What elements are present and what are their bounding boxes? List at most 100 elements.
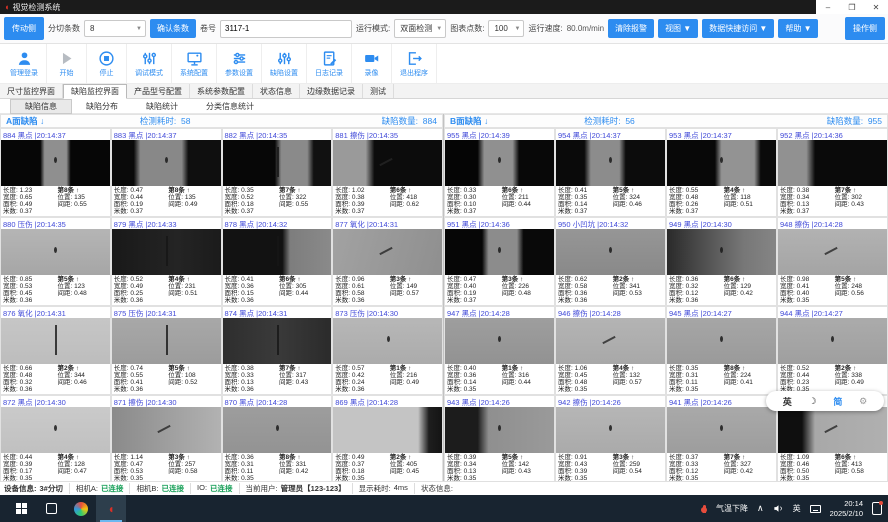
debug-mode-button[interactable]: 调试模式 — [127, 44, 172, 83]
language-widget[interactable]: 英 ☽ 简 ⚙ — [766, 391, 884, 411]
confirm-count-button[interactable]: 确认条数 — [150, 19, 196, 38]
defect-card[interactable]: 953 黑点 |20:14:37 长度: 0.55宽度: 0.48面积: 0.2… — [666, 128, 777, 217]
run-mode-select[interactable]: 双面检测 ▼ — [394, 19, 446, 38]
defect-card[interactable]: 875 压伤 |20:14:31 长度: 0.74宽度: 0.55面积: 0.4… — [111, 306, 222, 395]
lang-en-button[interactable]: 英 — [783, 395, 792, 408]
defect-strip-number: 第6条 ↑ — [502, 187, 552, 194]
monitor-icon — [186, 50, 203, 67]
log-record-button[interactable]: 日志记录 — [307, 44, 352, 83]
defect-card[interactable]: 943 黑点 |20:14:26 长度: 0.39宽度: 0.34面积: 0.1… — [444, 395, 555, 484]
pinned-app-button[interactable] — [66, 495, 96, 522]
defect-card[interactable]: 870 黑点 |20:14:28 长度: 0.36宽度: 0.31面积: 0.1… — [222, 395, 333, 484]
defect-card[interactable]: 944 黑点 |20:14:27 长度: 0.52宽度: 0.44面积: 0.2… — [777, 306, 888, 395]
log-record-label: 日志记录 — [315, 68, 343, 78]
drive-side-button[interactable]: 传动侧 — [4, 17, 44, 40]
defect-card[interactable]: 946 擦伤 |20:14:28 长度: 1.06宽度: 0.45面积: 0.4… — [555, 306, 666, 395]
defect-card[interactable]: 951 黑点 |20:14:36 长度: 0.47宽度: 0.40面积: 0.1… — [444, 217, 555, 306]
defect-card[interactable]: 883 黑点 |20:14:37 长度: 0.47宽度: 0.44面积: 0.1… — [111, 128, 222, 217]
system-config-button[interactable]: 系统配置 — [172, 44, 217, 83]
panel-b-title: B面缺陷 ↓ — [450, 115, 488, 127]
defect-card[interactable]: 869 黑点 |20:14:28 长度: 0.49宽度: 0.37面积: 0.1… — [332, 395, 443, 484]
help-menu-button[interactable]: 帮助 ▼ — [778, 19, 818, 38]
subtab-defect-distribution[interactable]: 缺陷分布 — [72, 100, 132, 113]
tab-system-params[interactable]: 系统参数配置 — [190, 84, 253, 98]
defect-card[interactable]: 879 黑点 |20:14:33 长度: 0.52宽度: 0.49面积: 0.2… — [111, 217, 222, 306]
exit-program-button[interactable]: 退出程序 — [392, 44, 437, 83]
defect-card[interactable]: 872 黑点 |20:14:30 长度: 0.44宽度: 0.39面积: 0.1… — [0, 395, 111, 484]
tray-chevron-icon[interactable]: ∧ — [757, 503, 764, 514]
minimize-button[interactable]: – — [816, 3, 840, 12]
defect-metric: 米数: 0.37 — [780, 208, 835, 215]
defect-thumbnail — [112, 407, 221, 453]
data-quick-access-button[interactable]: 数据快捷访问 ▼ — [702, 19, 774, 38]
param-settings-button[interactable]: 参数设置 — [217, 44, 262, 83]
record-video-button[interactable]: 录像 — [352, 44, 392, 83]
volume-icon[interactable] — [773, 503, 784, 514]
defect-card[interactable]: 884 黑点 |20:14:37 长度: 1.23宽度: 0.65面积: 0.4… — [0, 128, 111, 217]
notification-tray-icon[interactable] — [872, 502, 882, 515]
subtab-class-info-stats[interactable]: 分类信息统计 — [192, 100, 268, 113]
weather-text[interactable]: 气温下降 — [716, 503, 748, 514]
defect-card[interactable]: 954 黑点 |20:14:37 长度: 0.41宽度: 0.35面积: 0.1… — [555, 128, 666, 217]
defect-card[interactable]: 873 压伤 |20:14:30 长度: 0.57宽度: 0.42面积: 0.2… — [332, 306, 443, 395]
roll-number-input[interactable] — [220, 20, 352, 38]
defect-card[interactable]: 874 黑点 |20:14:31 长度: 0.38宽度: 0.33面积: 0.1… — [222, 306, 333, 395]
panel-a-elapsed: 检测耗时: 58 — [140, 115, 191, 127]
play-icon — [58, 50, 75, 67]
tab-defect-monitor[interactable]: 缺陷监控界面 — [63, 84, 127, 99]
thermometer-icon[interactable] — [703, 505, 708, 513]
defect-settings-button[interactable]: 缺陷设置 — [262, 44, 307, 83]
tab-product-config[interactable]: 产品型号配置 — [127, 84, 190, 98]
defect-card[interactable]: 878 黑点 |20:14:32 长度: 0.41宽度: 0.36面积: 0.1… — [222, 217, 333, 306]
defect-card-header: 878 黑点 |20:14:32 — [223, 218, 332, 229]
defect-card[interactable]: 948 擦伤 |20:14:28 长度: 0.98宽度: 0.41面积: 0.4… — [777, 217, 888, 306]
start-menu-button[interactable] — [6, 495, 36, 522]
input-language-indicator[interactable]: 英 — [793, 503, 801, 514]
defect-thumbnail — [1, 407, 110, 453]
taskbar-clock[interactable]: 20:14 2025/2/10 — [830, 499, 863, 518]
moon-icon[interactable]: ☽ — [809, 396, 817, 407]
operator-side-button[interactable]: 操作侧 — [845, 17, 885, 40]
param-settings-label: 参数设置 — [225, 68, 253, 78]
defect-metric: 面积: 0.10 — [447, 201, 502, 208]
touch-keyboard-icon[interactable] — [810, 505, 821, 513]
start-button[interactable]: 开始 — [47, 44, 87, 83]
tab-size-monitor[interactable]: 尺寸监控界面 — [0, 84, 63, 98]
lang-cn-button[interactable]: 简 — [833, 395, 842, 408]
subtab-defect-info[interactable]: 缺陷信息 — [10, 99, 72, 114]
inspection-app-button[interactable]: ◖ — [96, 495, 126, 522]
restore-button[interactable]: ❐ — [840, 3, 864, 12]
slit-count-select[interactable]: 8 ▼ — [84, 20, 146, 37]
defect-card[interactable]: 877 氧化 |20:14:31 长度: 0.96宽度: 0.61面积: 0.5… — [332, 217, 443, 306]
view-menu-button[interactable]: 视图 ▼ — [658, 19, 698, 38]
data-quick-access-label: 数据快捷访问 — [709, 24, 757, 33]
defect-card[interactable]: 941 黑点 |20:14:26 长度: 0.37宽度: 0.33面积: 0.1… — [666, 395, 777, 484]
defect-card[interactable]: 949 黑点 |20:14:30 长度: 0.36宽度: 0.32面积: 0.1… — [666, 217, 777, 306]
defect-metric: 米数: 0.37 — [335, 208, 389, 215]
tab-test[interactable]: 测试 — [363, 84, 394, 98]
defect-card[interactable]: 950 小凹坑 |20:14:32 长度: 0.62宽度: 0.58面积: 0.… — [555, 217, 666, 306]
defect-mark — [165, 157, 168, 163]
defect-card[interactable]: 880 压伤 |20:14:35 长度: 0.85宽度: 0.53面积: 0.4… — [0, 217, 111, 306]
admin-login-button[interactable]: 管理登录 — [2, 44, 47, 83]
defect-card[interactable]: 942 擦伤 |20:14:26 长度: 0.91宽度: 0.43面积: 0.3… — [555, 395, 666, 484]
defect-card-header: 945 黑点 |20:14:27 — [667, 307, 776, 318]
defect-card[interactable]: 955 黑点 |20:14:39 长度: 0.33宽度: 0.30面积: 0.1… — [444, 128, 555, 217]
defect-card[interactable]: 952 黑点 |20:14:36 长度: 0.38宽度: 0.34面积: 0.1… — [777, 128, 888, 217]
defect-card[interactable]: 945 黑点 |20:14:27 长度: 0.35宽度: 0.31面积: 0.1… — [666, 306, 777, 395]
defect-card[interactable]: 871 擦伤 |20:14:30 长度: 1.14宽度: 0.47面积: 0.5… — [111, 395, 222, 484]
stop-button[interactable]: 停止 — [87, 44, 127, 83]
defect-card[interactable]: 876 氧化 |20:14:31 长度: 0.66宽度: 0.48面积: 0.3… — [0, 306, 111, 395]
tab-edge-data-record[interactable]: 边缘数据记录 — [300, 84, 363, 98]
tab-status-info[interactable]: 状态信息 — [253, 84, 300, 98]
defect-metric: 间距: 0.58 — [835, 468, 885, 475]
close-button[interactable]: ✕ — [864, 3, 888, 12]
task-view-button[interactable] — [36, 495, 66, 522]
subtab-defect-stats[interactable]: 缺陷统计 — [132, 100, 192, 113]
defect-card[interactable]: 882 黑点 |20:14:35 长度: 0.35宽度: 0.52面积: 0.1… — [222, 128, 333, 217]
defect-card[interactable]: 881 擦伤 |20:14:35 长度: 1.02宽度: 0.38面积: 0.3… — [332, 128, 443, 217]
defect-card[interactable]: 947 黑点 |20:14:28 长度: 0.40宽度: 0.36面积: 0.1… — [444, 306, 555, 395]
clear-alarm-button[interactable]: 清除报警 — [608, 19, 654, 38]
gear-icon[interactable]: ⚙ — [859, 396, 867, 407]
chart-points-select[interactable]: 100 ▼ — [488, 20, 524, 37]
